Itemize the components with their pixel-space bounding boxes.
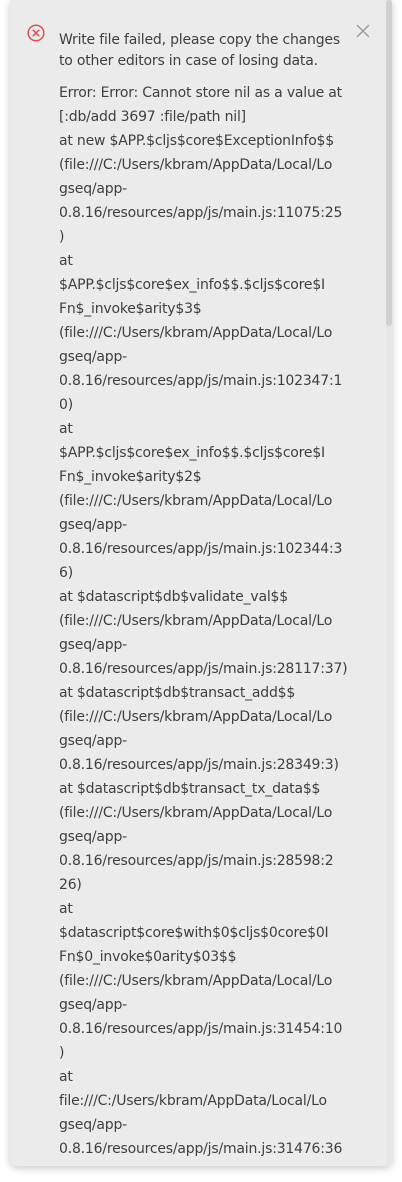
error-detail-line: 0.8.16/resources/app/js/main.js:102344:3 bbox=[59, 541, 343, 557]
error-detail-line: 0.8.16/resources/app/js/main.js:31476:36 bbox=[59, 1141, 343, 1157]
error-detail-line: at new $APP.$cljs$core$ExceptionInfo$$ bbox=[59, 133, 334, 149]
error-detail-line: (file:///C:/Users/kbram/AppData/Local/Lo bbox=[59, 973, 333, 989]
error-detail-line: $APP.$cljs$core$ex_info$$.$cljs$core$I bbox=[59, 445, 325, 461]
close-icon bbox=[354, 24, 372, 44]
error-detail-line: ) bbox=[59, 229, 65, 245]
notification-title: Write file failed, please copy the chang… bbox=[59, 32, 340, 69]
error-detail-line: gseq/app- bbox=[59, 517, 128, 533]
scrollbar-thumb[interactable] bbox=[386, 0, 392, 326]
error-detail-line: 0.8.16/resources/app/js/main.js:102347:1 bbox=[59, 373, 343, 389]
error-detail-line: gseq/app- bbox=[59, 1117, 128, 1133]
error-detail-line: 6) bbox=[59, 565, 73, 581]
error-detail-line: 0.8.16/resources/app/js/main.js:28598:2 bbox=[59, 853, 334, 869]
error-detail-line: gseq/app- bbox=[59, 733, 128, 749]
error-detail-line: (file:///C:/Users/kbram/AppData/Local/Lo bbox=[59, 613, 333, 629]
error-detail-line: at $datascript$db$transact_add$$ bbox=[59, 685, 296, 701]
error-detail-line: (file:///C:/Users/kbram/AppData/Local/Lo bbox=[59, 493, 333, 509]
error-detail-line: gseq/app- bbox=[59, 181, 128, 197]
error-detail-line: Fn$0_invoke$0arity$03$$ bbox=[59, 949, 237, 965]
error-detail-line: 0.8.16/resources/app/js/main.js:28117:37… bbox=[59, 661, 348, 677]
error-detail-line: at bbox=[59, 421, 73, 437]
error-detail-line: gseq/app- bbox=[59, 829, 128, 845]
error-detail-line: at bbox=[59, 253, 73, 269]
error-detail-line: (file:///C:/Users/kbram/AppData/Local/Lo bbox=[59, 157, 333, 173]
error-detail-line: Error: Error: Cannot store nil as a valu… bbox=[59, 85, 342, 101]
error-detail-line: ) bbox=[59, 1045, 65, 1061]
error-detail-line: gseq/app- bbox=[59, 637, 128, 653]
close-button[interactable] bbox=[354, 22, 372, 40]
error-detail-line: gseq/app- bbox=[59, 997, 128, 1013]
error-detail-line: (file:///C:/Users/kbram/AppData/Local/Lo bbox=[59, 325, 333, 341]
scrollbar-track[interactable] bbox=[386, 0, 392, 1166]
error-circle-x-icon bbox=[27, 24, 45, 42]
error-detail-line: 26) bbox=[59, 877, 82, 893]
error-detail-line: $APP.$cljs$core$ex_info$$.$cljs$core$I bbox=[59, 277, 325, 293]
error-detail-line: at bbox=[59, 901, 73, 917]
error-detail-line: (file:///C:/Users/kbram/AppData/Local/Lo bbox=[59, 805, 333, 821]
error-detail-line: [:db/add 3697 :file/path nil] bbox=[59, 109, 246, 125]
error-notification: Write file failed, please copy the chang… bbox=[10, 0, 392, 1166]
error-detail-line: at $datascript$db$transact_tx_data$$ bbox=[59, 781, 321, 797]
error-detail-line: 0.8.16/resources/app/js/main.js:31454:10 bbox=[59, 1021, 343, 1037]
error-details: Error: Error: Cannot store nil as a valu… bbox=[59, 81, 348, 1161]
error-detail-line: 0.8.16/resources/app/js/main.js:28349:3) bbox=[59, 757, 339, 773]
notification-content: Write file failed, please copy the chang… bbox=[59, 30, 348, 1161]
error-detail-line: at bbox=[59, 1069, 73, 1085]
error-detail-line: at $datascript$db$validate_val$$ bbox=[59, 589, 288, 605]
error-detail-line: Fn$_invoke$arity$2$ bbox=[59, 469, 202, 485]
error-detail-line: gseq/app- bbox=[59, 349, 128, 365]
error-detail-line: 0) bbox=[59, 397, 73, 413]
error-detail-line: Fn$_invoke$arity$3$ bbox=[59, 301, 202, 317]
error-detail-line: 0.8.16/resources/app/js/main.js:11075:25 bbox=[59, 205, 343, 221]
error-detail-line: file:///C:/Users/kbram/AppData/Local/Lo bbox=[59, 1093, 327, 1109]
error-detail-line: $datascript$core$with$0$cljs$0core$0I bbox=[59, 925, 329, 941]
error-detail-line: (file:///C:/Users/kbram/AppData/Local/Lo bbox=[59, 709, 333, 725]
